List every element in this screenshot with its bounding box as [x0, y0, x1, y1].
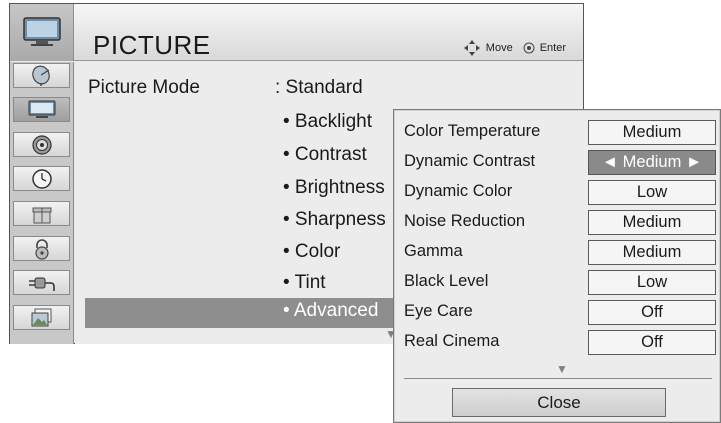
picture-mode-label[interactable]: Picture Mode [88, 77, 200, 99]
setting-value-gamma[interactable]: Medium [588, 240, 716, 265]
move-hint-label: Move [485, 42, 513, 54]
menu-item-sharpness[interactable]: • Sharpness [283, 209, 386, 231]
setting-value-dynamic-color[interactable]: Low [588, 180, 716, 205]
photo-media-icon [31, 308, 51, 326]
setting-label-dynamic-color: Dynamic Color [404, 182, 513, 200]
popup-divider [404, 378, 712, 379]
enter-hint: Enter [523, 42, 566, 54]
lock-icon [34, 238, 49, 260]
menu-item-brightness[interactable]: • Brightness [283, 177, 385, 199]
clock-icon [31, 168, 52, 189]
enter-hint-label: Enter [539, 42, 566, 54]
setting-value-color-temperature[interactable]: Medium [588, 120, 716, 145]
category-channel[interactable] [13, 63, 70, 88]
setting-value-eye-care[interactable]: Off [588, 300, 716, 325]
setting-label-dynamic-contrast: Dynamic Contrast [404, 152, 536, 170]
setting-value-noise-reduction[interactable]: Medium [588, 210, 716, 235]
advanced-settings-popup: Color Temperature Medium Dynamic Contras… [393, 109, 721, 423]
menu-item-backlight[interactable]: • Backlight [283, 111, 372, 133]
navigation-hints: Move Enter [453, 39, 566, 57]
menu-item-advanced-label: • Advanced [283, 300, 379, 321]
setting-label-real-cinema: Real Cinema [404, 332, 500, 350]
category-input[interactable] [13, 270, 70, 295]
input-plug-icon [28, 277, 55, 291]
menu-item-tint[interactable]: • Tint [283, 272, 326, 294]
setting-label-eye-care: Eye Care [404, 302, 473, 320]
popup-scroll-down-arrow-icon[interactable]: ▼ [556, 362, 568, 376]
menu-item-contrast[interactable]: • Contrast [283, 144, 367, 166]
category-picture[interactable] [13, 97, 70, 122]
category-audio[interactable] [13, 132, 70, 157]
category-lock[interactable] [13, 236, 70, 261]
category-usb-media[interactable] [13, 305, 70, 330]
setting-value-dynamic-contrast[interactable]: ◄ Medium ► [588, 150, 716, 175]
picture-mode-value: : Standard [275, 77, 363, 98]
setting-value-real-cinema[interactable]: Off [588, 330, 716, 355]
category-option[interactable] [13, 201, 70, 226]
menu-item-color[interactable]: • Color [283, 241, 340, 263]
gift-box-icon [32, 207, 51, 223]
setting-label-color-temperature: Color Temperature [404, 122, 541, 140]
category-time[interactable] [13, 166, 70, 191]
speaker-icon [31, 134, 52, 155]
enter-button-icon [523, 42, 535, 54]
direction-arrows-icon [463, 40, 480, 56]
satellite-dish-icon [31, 65, 50, 86]
setting-label-noise-reduction: Noise Reduction [404, 212, 526, 230]
header-icon-box [10, 4, 74, 61]
setting-label-gamma: Gamma [404, 242, 463, 260]
close-button[interactable]: Close [452, 388, 666, 417]
page-title: PICTURE [93, 30, 211, 60]
move-hint: Move [463, 39, 513, 57]
setting-label-black-level: Black Level [404, 272, 489, 290]
tv-icon [23, 17, 61, 46]
category-icon-column [10, 62, 74, 344]
tv-icon [28, 100, 55, 118]
setting-value-black-level[interactable]: Low [588, 270, 716, 295]
menu-header: PICTURE Move Enter [10, 4, 583, 61]
